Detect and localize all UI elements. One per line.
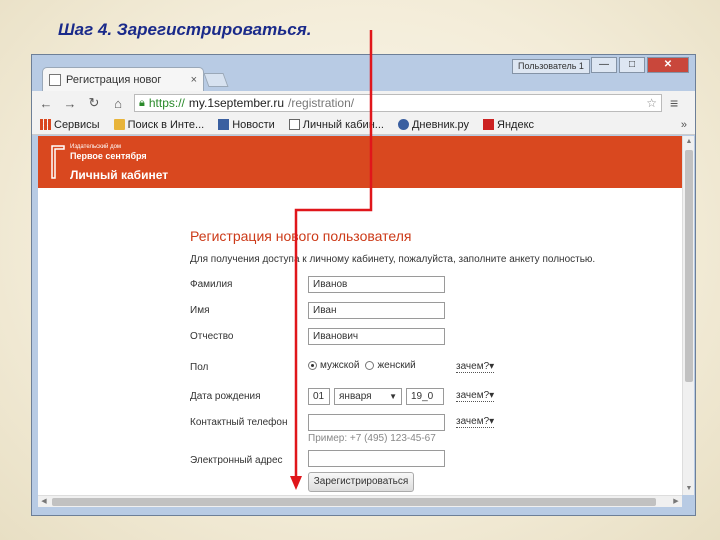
bookmark-label: Сервисы — [54, 118, 100, 131]
gender-male-label: мужской — [320, 360, 360, 371]
phone-label: Контактный телефон — [190, 417, 288, 428]
slide-title: Шаг 4. Зарегистрироваться. — [58, 20, 312, 39]
bookmark-label: Новости — [232, 118, 275, 131]
news-icon — [218, 119, 230, 130]
patronymic-label: Отчество — [190, 331, 234, 342]
scroll-down-icon[interactable]: ▼ — [683, 483, 695, 495]
horizontal-scrollbar[interactable]: ◀ ▶ — [38, 495, 682, 507]
logo-mark-icon — [51, 145, 65, 179]
birth-month-select[interactable]: января ▼ — [334, 388, 402, 405]
close-window-button[interactable]: ✕ — [647, 57, 689, 73]
register-button[interactable]: Зарегистрироваться — [308, 472, 414, 492]
bookmark-news[interactable]: Новости — [218, 119, 275, 131]
site-header: Издательский дом Первое сентября Личный … — [38, 136, 682, 188]
back-icon[interactable]: ← — [36, 96, 56, 111]
scroll-thumb[interactable] — [52, 498, 656, 506]
scroll-up-icon[interactable]: ▲ — [683, 136, 695, 148]
lock-icon: 🔒︎ — [139, 96, 145, 109]
bookmark-services[interactable]: Сервисы — [40, 119, 100, 131]
browser-tab[interactable]: Регистрация новог × — [42, 67, 204, 91]
bookmark-label: Поиск в Инте... — [127, 118, 205, 131]
why-birth-link[interactable]: зачем?▾ — [456, 390, 495, 402]
form-title: Регистрация нового пользователя — [190, 228, 412, 244]
minimize-button[interactable]: — — [591, 57, 617, 73]
bookmarks-bar: Сервисы Поиск в Инте... Новости Личный к… — [32, 115, 695, 135]
maximize-button[interactable]: □ — [619, 57, 645, 73]
gender-male-radio[interactable]: мужской — [308, 360, 359, 371]
bookmark-label: Дневник.ру — [411, 118, 470, 131]
folder-icon — [113, 119, 125, 130]
yandex-icon — [483, 119, 495, 130]
title-bar: Регистрация новог × Пользователь 1 — □ ✕ — [32, 55, 695, 91]
gender-female-radio[interactable]: женский — [365, 360, 416, 371]
tab-title: Регистрация новог — [66, 73, 162, 86]
bookmarks-overflow-icon[interactable]: » — [681, 119, 687, 131]
birth-date-label: Дата рождения — [190, 391, 261, 402]
radio-unchecked-icon — [365, 361, 375, 370]
bookmark-search[interactable]: Поиск в Инте... — [113, 118, 205, 131]
gender-female-label: женский — [377, 360, 416, 371]
scroll-right-icon[interactable]: ▶ — [670, 496, 682, 508]
bookmark-yandex[interactable]: Яндекс — [483, 119, 534, 131]
gender-radio-group: мужской женский — [308, 360, 416, 371]
browser-window: Регистрация новог × Пользователь 1 — □ ✕… — [31, 54, 696, 516]
profile-button[interactable]: Пользователь 1 — [512, 59, 590, 74]
birth-year-field[interactable]: 19_0 — [406, 388, 444, 405]
form-description: Для получения доступа к личному кабинету… — [190, 254, 596, 265]
diary-icon — [397, 119, 409, 130]
browser-menu-icon[interactable]: ≡ — [670, 95, 678, 111]
page-favicon-icon — [49, 73, 61, 86]
url-host: my.1september.ru — [188, 96, 285, 110]
patronymic-field[interactable]: Иванович — [308, 328, 445, 345]
reload-icon[interactable]: ↻ — [84, 95, 104, 111]
bookmark-cabinet[interactable]: Личный кабин... — [288, 118, 384, 131]
bookmark-label: Личный кабин... — [302, 118, 384, 131]
name-field[interactable]: Иван — [308, 302, 445, 319]
bookmark-dnevnik[interactable]: Дневник.ру — [397, 118, 470, 131]
vertical-scrollbar[interactable]: ▲ ▼ — [682, 136, 694, 495]
window-controls: — □ ✕ — [591, 57, 689, 73]
gender-label: Пол — [190, 362, 209, 373]
surname-field[interactable]: Иванов — [308, 276, 445, 293]
scroll-left-icon[interactable]: ◀ — [38, 496, 50, 508]
tab-close-icon[interactable]: × — [191, 74, 197, 86]
url-path: /registration/ — [288, 96, 355, 110]
phone-hint: Пример: +7 (495) 123-45-67 — [308, 433, 436, 444]
name-label: Имя — [190, 305, 210, 316]
dropdown-arrow-icon: ▼ — [389, 392, 397, 401]
apps-grid-icon — [40, 119, 51, 130]
cabinet-title[interactable]: Личный кабинет — [70, 168, 168, 182]
why-phone-link[interactable]: зачем?▾ — [456, 416, 495, 428]
bookmark-label: Яндекс — [497, 118, 535, 131]
birth-day-field[interactable]: 01 — [308, 388, 330, 405]
browser-toolbar: ← → ↻ ⌂ 🔒︎ https://my.1september.ru/regi… — [32, 91, 695, 115]
home-icon[interactable]: ⌂ — [108, 96, 128, 111]
page-viewport: Издательский дом Первое сентября Личный … — [38, 136, 682, 495]
address-bar[interactable]: 🔒︎ https://my.1september.ru/registration… — [134, 94, 662, 112]
publisher-name: Первое сентября — [70, 151, 147, 161]
page-icon — [288, 119, 300, 130]
forward-icon[interactable]: → — [60, 96, 80, 111]
birth-month-value: января — [339, 391, 372, 402]
phone-field[interactable] — [308, 414, 445, 431]
why-gender-link[interactable]: зачем?▾ — [456, 361, 495, 373]
surname-label: Фамилия — [190, 279, 233, 290]
new-tab-button[interactable] — [203, 73, 229, 87]
bookmark-star-icon[interactable]: ☆ — [646, 96, 657, 110]
scroll-thumb[interactable] — [685, 150, 693, 382]
email-field[interactable] — [308, 450, 445, 467]
email-label: Электронный адрес — [190, 455, 283, 466]
radio-checked-icon — [308, 361, 317, 370]
publisher-label: Издательский дом — [70, 144, 122, 150]
url-scheme: https:// — [148, 96, 185, 110]
